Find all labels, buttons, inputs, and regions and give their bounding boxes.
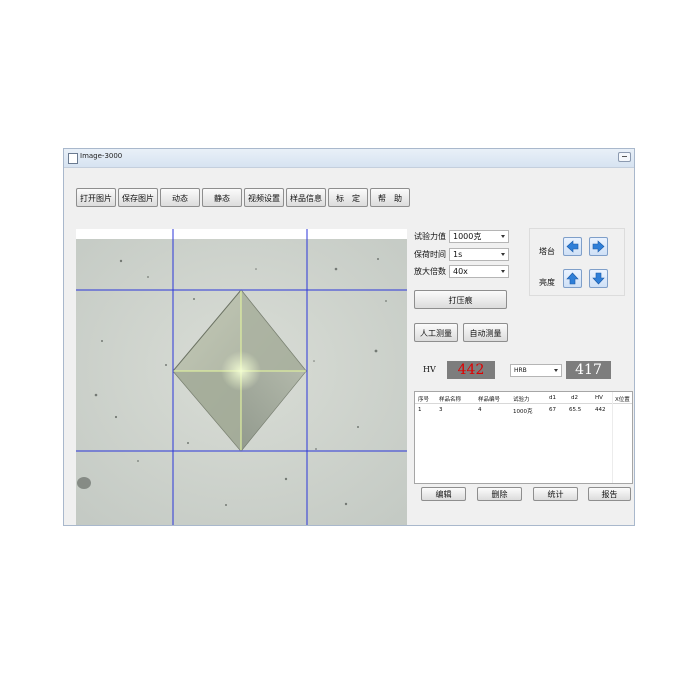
table-header: 样品编号	[478, 397, 501, 403]
brightness-label: 亮度	[539, 278, 555, 287]
app-icon	[68, 153, 78, 164]
window-title: Image-3000	[80, 152, 123, 160]
calibrate-button[interactable]: 标 定	[328, 188, 368, 207]
arrow-up-icon	[566, 272, 579, 285]
video-settings-button[interactable]: 视频设置	[244, 188, 284, 207]
table-header: d1	[549, 395, 556, 401]
arrow-left-icon	[566, 240, 579, 253]
main-window: Image-3000 打开图片 保存图片 动态 静态 视频设置 样品信息 标 定…	[63, 148, 635, 526]
hardness-scale-select[interactable]: HRB	[510, 364, 562, 377]
table-cell: 3	[439, 407, 443, 413]
table-column-divider	[612, 392, 613, 483]
table-cell: 442	[595, 407, 606, 413]
stage-right-button[interactable]	[589, 237, 608, 256]
zoom-select[interactable]: 40x	[449, 265, 509, 278]
table-header: X位置	[615, 397, 630, 403]
force-select[interactable]: 1000克	[449, 230, 509, 243]
microscope-image-view[interactable]	[76, 229, 407, 525]
stage-label: 塔台	[539, 247, 555, 256]
arrow-right-icon	[592, 240, 605, 253]
arrow-down-icon	[592, 272, 605, 285]
zoom-label: 放大倍数	[414, 267, 446, 276]
chevron-down-icon	[501, 235, 505, 238]
open-image-button[interactable]: 打开图片	[76, 188, 116, 207]
sample-info-button[interactable]: 样品信息	[286, 188, 326, 207]
save-image-button[interactable]: 保存图片	[118, 188, 158, 207]
delete-button[interactable]: 删除	[477, 487, 522, 501]
table-cell: 1000克	[513, 409, 533, 415]
table-header: 序号	[418, 397, 430, 403]
table-header: HV	[595, 395, 603, 401]
force-label: 试验力值	[414, 232, 446, 241]
hv-value-display: 442	[447, 361, 495, 379]
stage-control-panel: 塔台 亮度	[529, 228, 625, 296]
hv-label: HV	[423, 365, 436, 374]
manual-measure-button[interactable]: 人工测量	[414, 323, 458, 342]
indent-button[interactable]: 打压痕	[414, 290, 507, 309]
table-cell: 67	[549, 407, 556, 413]
freeze-button[interactable]: 静态	[202, 188, 242, 207]
edit-button[interactable]: 编辑	[421, 487, 466, 501]
stage-left-button[interactable]	[563, 237, 582, 256]
hardness-scale-value: HRB	[514, 367, 527, 374]
results-table: 序号 样品名称 样品编号 试验力 d1 d2 HV X位置 1 3 4 1000…	[414, 391, 633, 484]
table-cell: 1	[418, 407, 422, 413]
report-button[interactable]: 报告	[588, 487, 631, 501]
table-header-divider	[415, 403, 632, 404]
table-header: 样品名称	[439, 397, 462, 403]
statistics-button[interactable]: 统计	[533, 487, 578, 501]
table-header: d2	[571, 395, 578, 401]
dwell-label: 保荷时间	[414, 250, 446, 259]
chevron-down-icon	[501, 270, 505, 273]
help-button[interactable]: 帮 助	[370, 188, 410, 207]
dwell-select[interactable]: 1s	[449, 248, 509, 261]
force-value: 1000克	[453, 232, 482, 241]
minimize-button[interactable]	[618, 152, 631, 162]
zoom-value: 40x	[453, 267, 468, 276]
dwell-value: 1s	[453, 250, 463, 259]
table-cell: 65.5	[569, 407, 582, 413]
chevron-down-icon	[501, 253, 505, 256]
table-cell: 4	[478, 407, 482, 413]
auto-measure-button[interactable]: 自动测量	[463, 323, 508, 342]
brightness-up-button[interactable]	[563, 269, 582, 288]
table-header: 试验力	[513, 397, 530, 403]
chevron-down-icon	[554, 369, 558, 372]
live-button[interactable]: 动态	[160, 188, 200, 207]
title-bar: Image-3000	[64, 149, 634, 168]
converted-value-display: 417	[566, 361, 611, 379]
indentation-image	[76, 229, 407, 525]
brightness-down-button[interactable]	[589, 269, 608, 288]
